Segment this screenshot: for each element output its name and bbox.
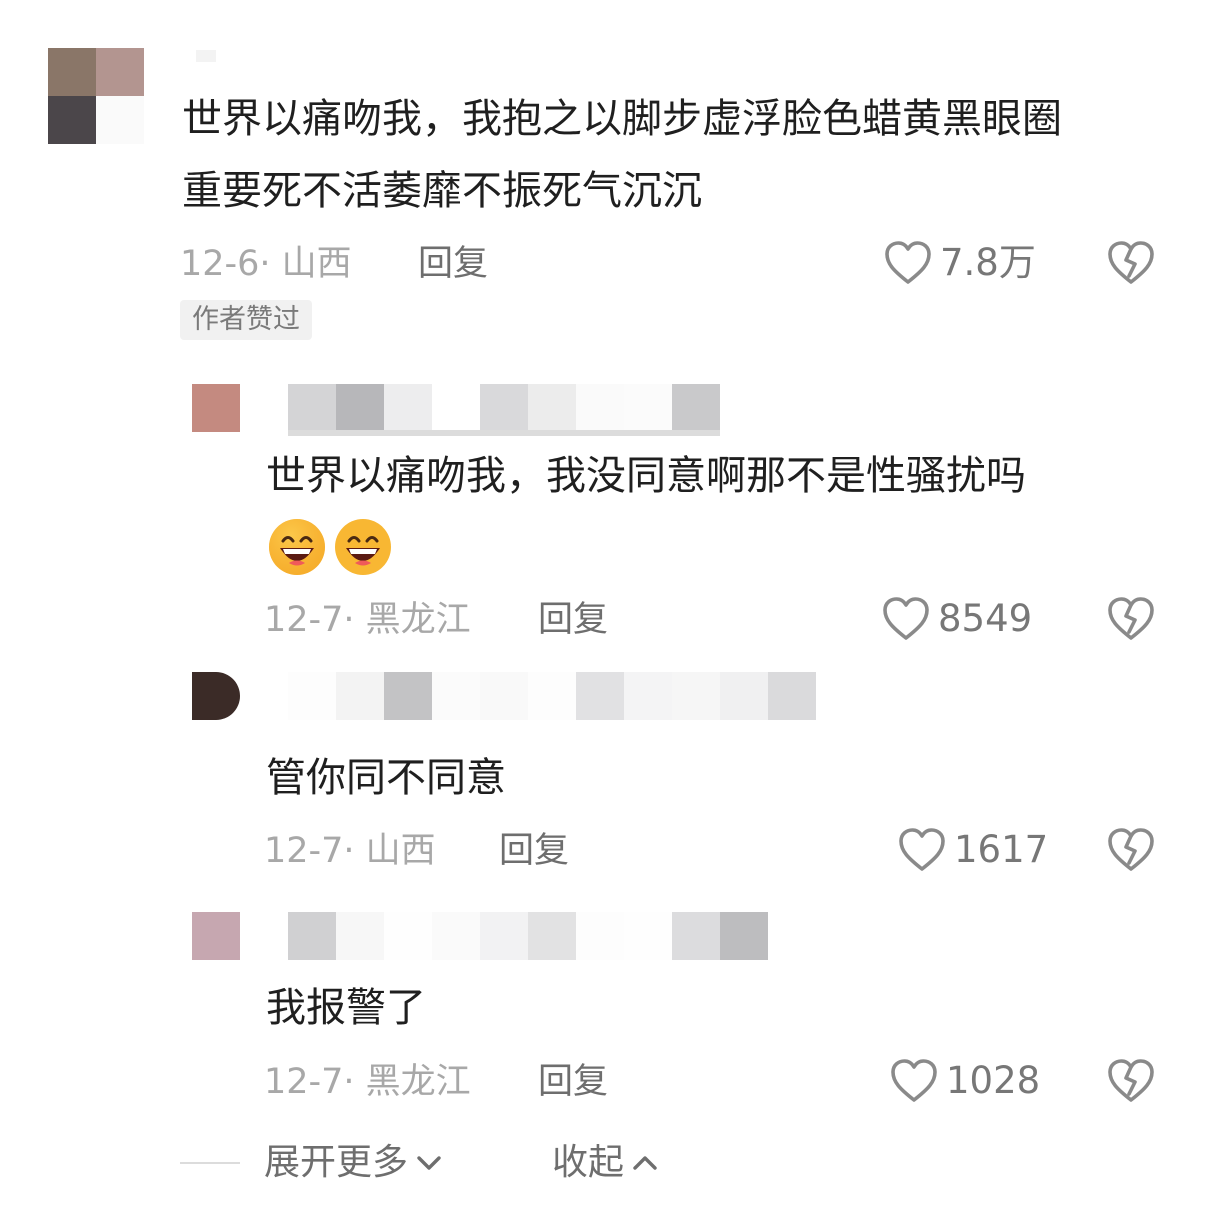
heart-icon	[885, 241, 931, 284]
like-button[interactable]: 1617	[898, 827, 1048, 873]
username-blurred[interactable]	[288, 912, 768, 960]
broken-heart-icon	[1108, 1059, 1154, 1102]
like-button[interactable]: 8549	[882, 596, 1032, 642]
comment-date-location: 12-7· 黑龙江	[264, 1062, 471, 1102]
reply-button[interactable]: 回复	[418, 244, 488, 284]
comment-date-location: 12-6· 山西	[180, 244, 352, 284]
dislike-button[interactable]	[1107, 1058, 1155, 1108]
author-liked-badge: 作者赞过	[180, 300, 312, 340]
avatar[interactable]	[192, 384, 240, 432]
username-blurred[interactable]	[288, 384, 720, 432]
chevron-down-icon	[417, 1156, 441, 1170]
dislike-button[interactable]	[1107, 827, 1155, 877]
like-button[interactable]: 1028	[890, 1058, 1040, 1104]
heart-icon	[891, 1059, 937, 1102]
dislike-button[interactable]	[1107, 596, 1155, 646]
avatar[interactable]	[48, 48, 144, 144]
comment-date-location: 12-7· 山西	[264, 831, 436, 871]
divider	[180, 1162, 240, 1164]
avatar[interactable]	[192, 912, 240, 960]
comment-text: 管你同不同意	[266, 755, 506, 801]
chevron-up-icon	[633, 1156, 657, 1170]
expand-more-label: 展开更多	[264, 1142, 409, 1183]
like-count: 7.8万	[940, 241, 1036, 284]
reply-button[interactable]: 回复	[499, 831, 569, 871]
like-count: 8549	[938, 597, 1033, 640]
comment-text: 世界以痛吻我，我没同意啊那不是性骚扰吗	[266, 453, 1026, 499]
broken-heart-icon	[1108, 241, 1154, 284]
comment-text-line2: 重要死不活萎靡不振死气沉沉	[182, 168, 702, 214]
reply-button[interactable]: 回复	[538, 600, 608, 640]
username-blurred[interactable]	[196, 50, 216, 62]
username-blurred[interactable]	[288, 672, 816, 720]
dislike-button[interactable]	[1107, 240, 1155, 290]
comment-text: 我报警了	[266, 985, 426, 1031]
username-blurred-underline	[288, 430, 720, 436]
collapse-button[interactable]: 收起	[552, 1143, 658, 1183]
heart-icon	[883, 597, 929, 640]
grinning-face-emoji	[268, 518, 392, 580]
collapse-label: 收起	[552, 1142, 625, 1183]
expand-more-button[interactable]: 展开更多	[264, 1143, 442, 1183]
broken-heart-icon	[1108, 597, 1154, 640]
reply-button[interactable]: 回复	[538, 1062, 608, 1102]
comment-date-location: 12-7· 黑龙江	[264, 600, 471, 640]
like-count: 1028	[946, 1059, 1041, 1102]
like-button[interactable]: 7.8万	[884, 240, 1036, 286]
like-count: 1617	[954, 828, 1049, 871]
comment-text: 世界以痛吻我，我抱之以脚步虚浮脸色蜡黄黑眼圈	[182, 96, 1062, 142]
heart-icon	[899, 828, 945, 871]
broken-heart-icon	[1108, 828, 1154, 871]
avatar[interactable]	[192, 672, 240, 720]
